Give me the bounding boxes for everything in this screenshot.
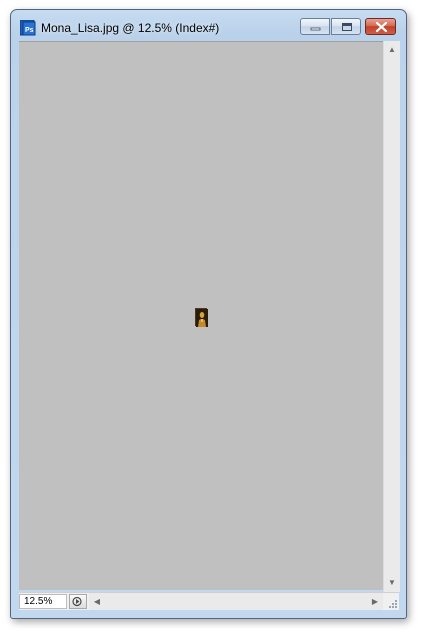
minimize-button[interactable] <box>300 18 330 35</box>
document-info-arrow-icon <box>72 596 82 607</box>
close-icon <box>375 21 388 33</box>
photoshop-document-icon: Ps <box>19 19 36 36</box>
vertical-scrollbar[interactable]: ▲ ▼ <box>383 41 400 592</box>
status-bar: 12.5% ◀ ▶ <box>19 592 399 610</box>
title-bar[interactable]: Ps Mona_Lisa.jpg @ 12.5% (Index#) <box>11 10 406 42</box>
maximize-button[interactable] <box>331 18 361 35</box>
mona-lisa-thumbnail[interactable] <box>195 308 208 327</box>
document-info-button[interactable] <box>69 594 87 609</box>
window-title: Mona_Lisa.jpg @ 12.5% (Index#) <box>41 21 220 35</box>
zoom-level-field[interactable]: 12.5% <box>19 594 67 609</box>
document-canvas[interactable] <box>19 41 383 590</box>
close-button[interactable] <box>365 18 396 35</box>
scroll-left-arrow-icon[interactable]: ◀ <box>91 595 103 609</box>
svg-text:Ps: Ps <box>25 27 34 34</box>
resize-grip-icon[interactable] <box>385 596 399 610</box>
maximize-icon <box>342 23 352 31</box>
scroll-right-arrow-icon[interactable]: ▶ <box>369 595 381 609</box>
scroll-down-arrow-icon[interactable]: ▼ <box>384 576 400 590</box>
minimize-icon <box>310 27 321 31</box>
horizontal-scrollbar[interactable]: ◀ ▶ <box>89 593 383 610</box>
document-window: Ps Mona_Lisa.jpg @ 12.5% (Index#) ▲ ▼ 12… <box>10 9 407 619</box>
scroll-up-arrow-icon[interactable]: ▲ <box>384 43 400 57</box>
